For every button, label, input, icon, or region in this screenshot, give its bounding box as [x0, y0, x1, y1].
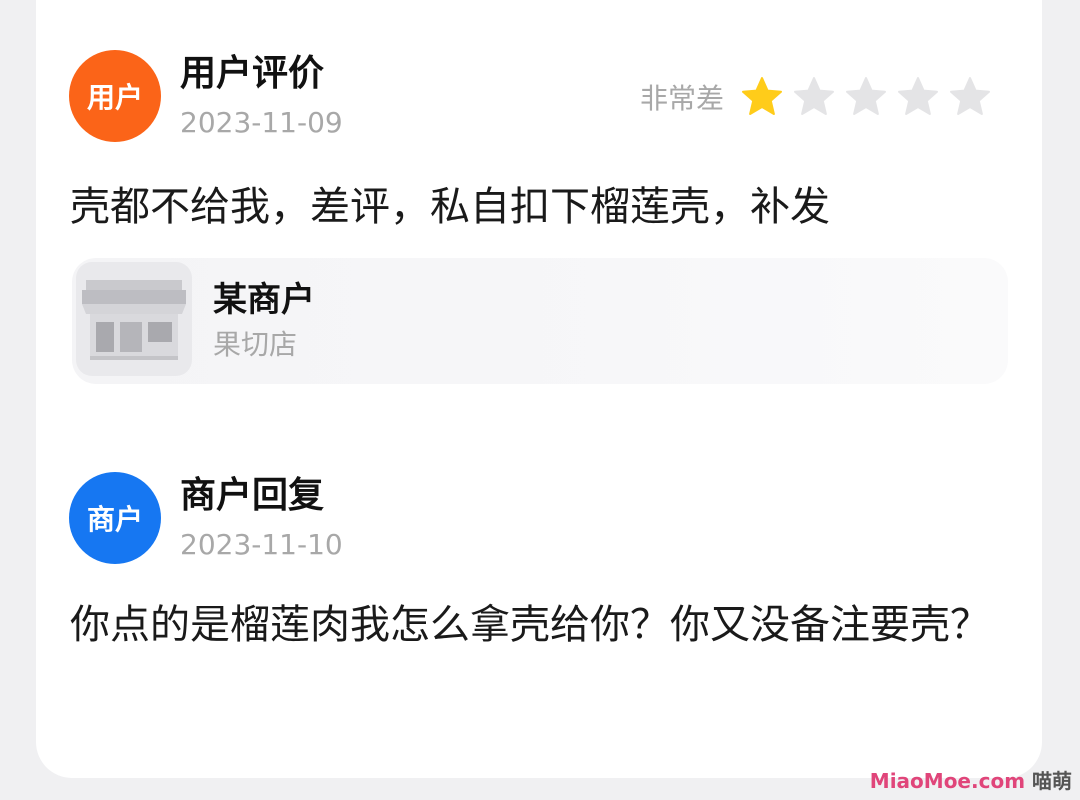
rating: 非常差 — [640, 74, 992, 120]
merchant-name: 某商户 — [213, 280, 315, 320]
watermark-subtext: MiaoMoe.com — [869, 769, 1026, 793]
reply-text: 你点的是榴莲肉我怎么拿壳给你？你又没备注要壳？ — [70, 602, 990, 648]
star-empty-icon — [898, 77, 939, 115]
watermark-logo: MiaoMoe.com 喵萌 — [870, 765, 1072, 794]
star-empty-icon — [846, 77, 887, 115]
user-avatar-label: 用户 — [86, 81, 143, 114]
star-rating — [740, 75, 992, 119]
user-avatar: 用户 — [69, 50, 161, 142]
star-empty-icon — [950, 77, 991, 115]
review-title: 用户评价 — [180, 53, 325, 94]
reply-date: 2023-11-10 — [180, 528, 343, 561]
rating-label: 非常差 — [640, 82, 725, 115]
review-text: 壳都不给我，差评，私自扣下榴莲壳，补发 — [70, 184, 830, 230]
merchant-type: 果切店 — [213, 328, 298, 361]
merchant-avatar: 商户 — [69, 472, 161, 564]
merchant-avatar-label: 商户 — [86, 503, 143, 536]
watermark-text: 喵萌 — [1032, 769, 1072, 793]
review-date: 2023-11-09 — [180, 106, 343, 139]
merchant-card[interactable]: 某商户 果切店 — [72, 258, 1008, 384]
storefront-icon — [76, 262, 192, 376]
reply-title: 商户回复 — [180, 475, 325, 516]
star-empty-icon — [794, 77, 835, 115]
star-filled-icon — [742, 77, 783, 115]
